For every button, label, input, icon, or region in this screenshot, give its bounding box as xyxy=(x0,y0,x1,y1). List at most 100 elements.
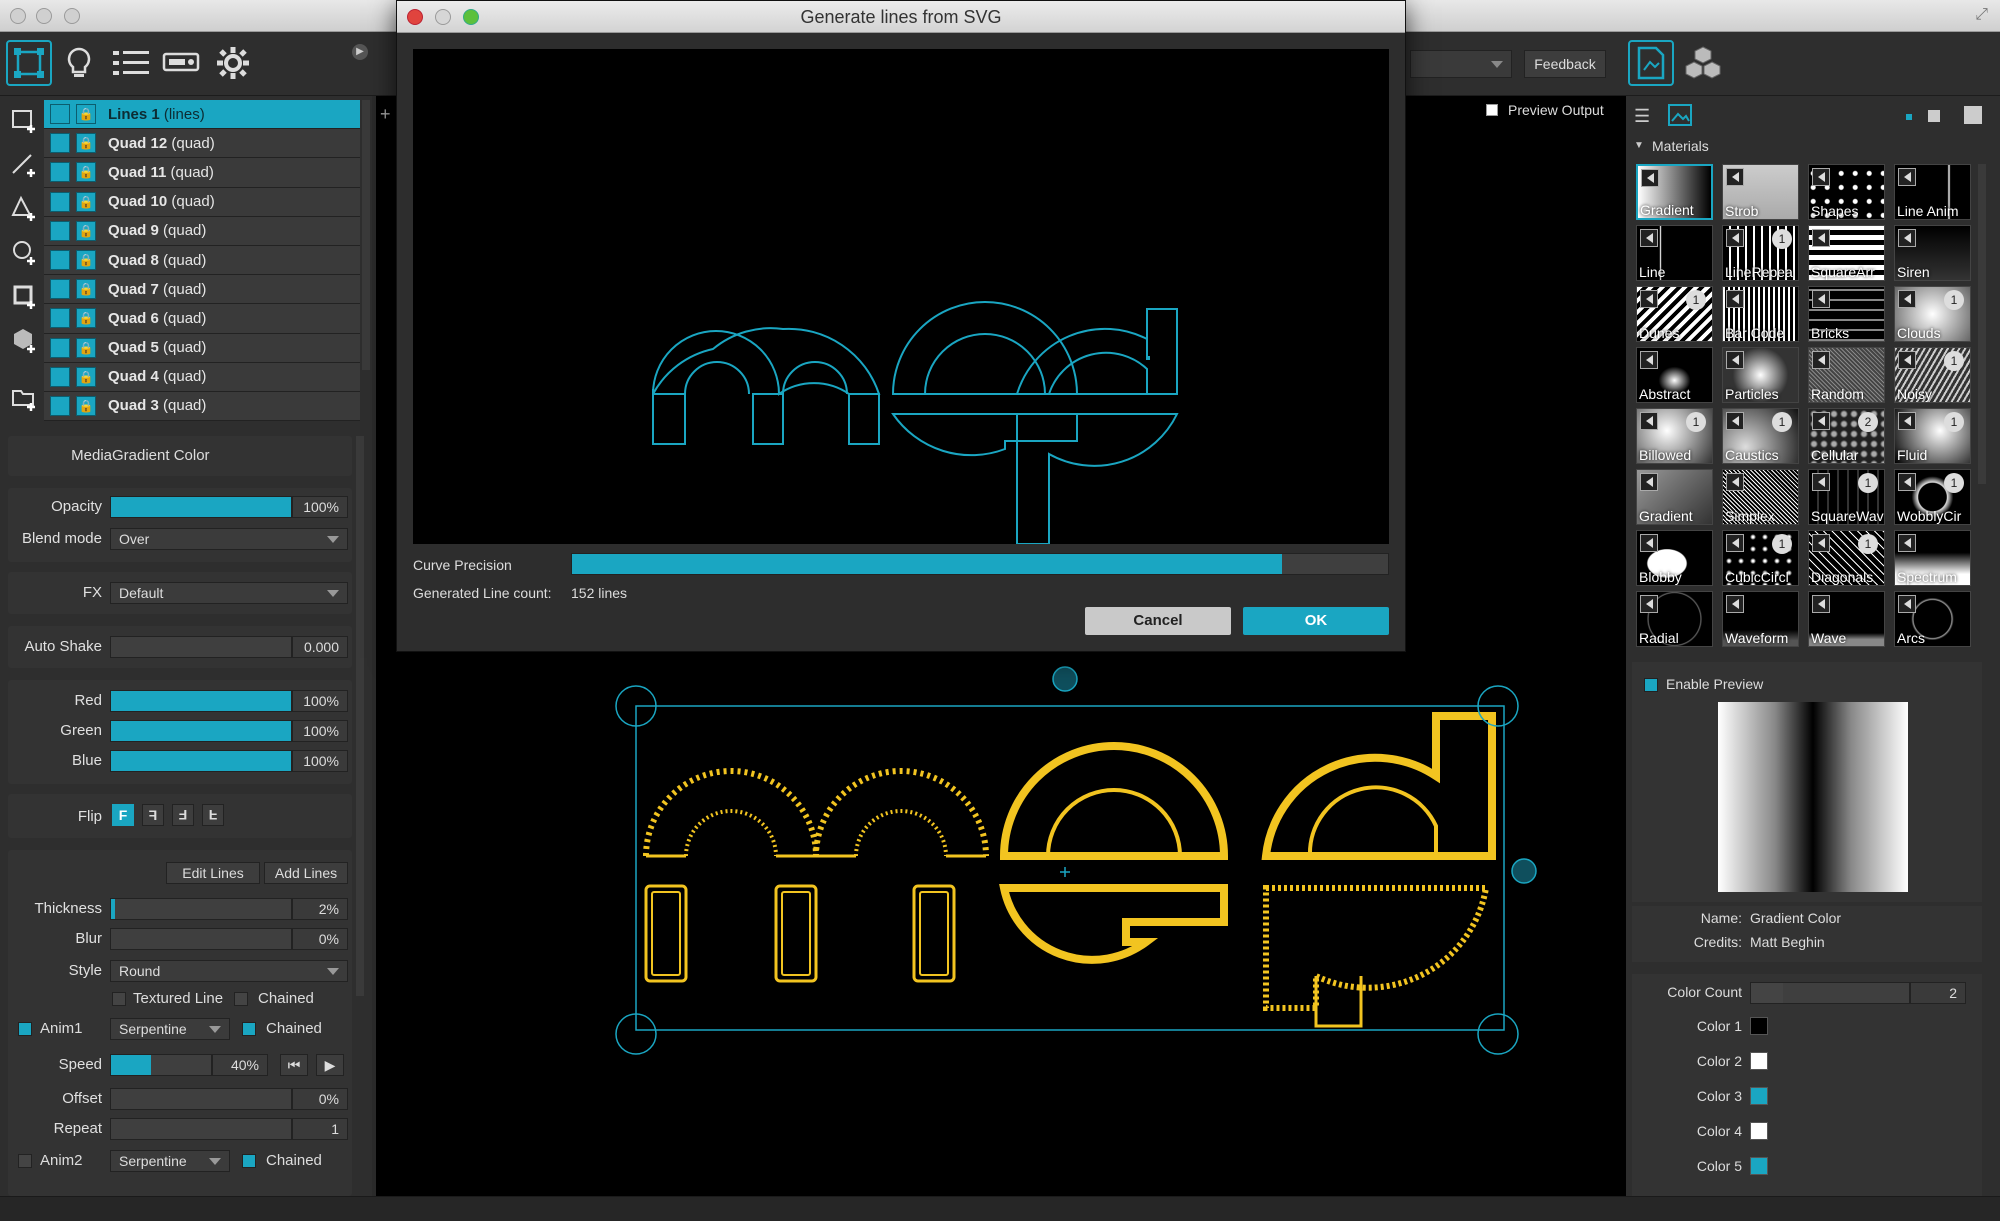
material-tile[interactable]: 1 Dunes xyxy=(1636,286,1713,342)
ok-button[interactable]: OK xyxy=(1243,607,1389,635)
thickness-slider[interactable] xyxy=(110,898,292,920)
material-tile[interactable]: Abstract xyxy=(1636,347,1713,403)
color-swatch[interactable] xyxy=(1750,1157,1768,1175)
material-tile[interactable]: Arcs xyxy=(1894,591,1971,647)
cancel-button[interactable]: Cancel xyxy=(1085,607,1231,635)
lightbulb-icon[interactable] xyxy=(56,40,102,86)
play-icon[interactable] xyxy=(1812,290,1830,308)
material-tile[interactable]: Blobby xyxy=(1636,530,1713,586)
material-tile[interactable]: 1 Diagonals xyxy=(1808,530,1885,586)
play-icon[interactable] xyxy=(1812,473,1830,491)
material-tile[interactable]: Siren xyxy=(1894,225,1971,281)
material-tile[interactable]: 2 Cellular xyxy=(1808,408,1885,464)
layer-visible-checkbox[interactable] xyxy=(50,104,70,125)
add-mask-icon[interactable] xyxy=(10,282,40,312)
red-value[interactable]: 100% xyxy=(292,690,348,712)
material-tile[interactable]: 1 Clouds xyxy=(1894,286,1971,342)
anim1-chained-checkbox[interactable] xyxy=(242,1022,256,1036)
projector-icon[interactable] xyxy=(158,40,204,86)
play-icon[interactable] xyxy=(1640,595,1658,613)
dialog-minimize-button[interactable] xyxy=(435,9,451,25)
move-handle-icon[interactable] xyxy=(1052,666,1078,692)
material-tile[interactable]: 1 Billowed xyxy=(1636,408,1713,464)
style-dropdown[interactable]: Round xyxy=(110,960,348,982)
lock-icon[interactable]: 🔒 xyxy=(76,308,96,329)
material-tile[interactable]: 1 WobblyCir xyxy=(1894,469,1971,525)
close-window-button[interactable] xyxy=(10,8,26,24)
layer-visible-checkbox[interactable] xyxy=(50,308,70,329)
add-circle-icon[interactable] xyxy=(10,238,40,268)
media-value[interactable]: Gradient Color xyxy=(112,447,210,464)
material-tile[interactable]: 1 Noisy xyxy=(1894,347,1971,403)
play-icon[interactable] xyxy=(1812,412,1830,430)
color-swatch[interactable] xyxy=(1750,1052,1768,1070)
lock-icon[interactable]: 🔒 xyxy=(76,191,96,212)
play-icon[interactable] xyxy=(1898,534,1916,552)
lock-icon[interactable]: 🔒 xyxy=(76,162,96,183)
lock-icon[interactable]: 🔒 xyxy=(76,104,96,125)
material-tile[interactable]: 1 CubicCircl xyxy=(1722,530,1799,586)
play-icon[interactable] xyxy=(1898,229,1916,247)
preview-output-checkbox[interactable] xyxy=(1486,104,1498,116)
offset-value[interactable]: 0% xyxy=(292,1088,348,1110)
offset-slider[interactable] xyxy=(110,1088,292,1110)
image-view-icon[interactable] xyxy=(1668,104,1694,128)
material-tile[interactable]: Spectrum xyxy=(1894,530,1971,586)
small-thumb-size-icon[interactable] xyxy=(1906,114,1912,120)
layer-visible-checkbox[interactable] xyxy=(50,133,70,154)
settings-gear-icon[interactable] xyxy=(210,40,256,86)
play-icon[interactable] xyxy=(1726,412,1744,430)
add-3d-object-icon[interactable] xyxy=(10,326,40,356)
material-tile[interactable]: SquareArr xyxy=(1808,225,1885,281)
dialog-zoom-button[interactable] xyxy=(463,9,479,25)
material-tile[interactable]: Shapes xyxy=(1808,164,1885,220)
layer-row[interactable]: 🔒 Quad 7 (quad) xyxy=(44,275,360,305)
play-icon[interactable] xyxy=(1726,473,1744,491)
material-tile[interactable]: Random xyxy=(1808,347,1885,403)
material-tile[interactable]: Gradient xyxy=(1636,469,1713,525)
minimize-window-button[interactable] xyxy=(36,8,52,24)
large-thumb-size-icon[interactable] xyxy=(1964,106,1982,124)
play-icon[interactable] xyxy=(1640,229,1658,247)
material-tile[interactable]: Strob xyxy=(1722,164,1799,220)
lock-icon[interactable]: 🔒 xyxy=(76,279,96,300)
speed-slider[interactable] xyxy=(110,1054,212,1076)
auto-shake-value[interactable]: 0.000 xyxy=(292,636,348,658)
material-tile[interactable]: Radial xyxy=(1636,591,1713,647)
medium-thumb-size-icon[interactable] xyxy=(1928,110,1940,122)
edit-lines-button[interactable]: Edit Lines xyxy=(166,862,260,884)
canvas-view-icon[interactable] xyxy=(1628,40,1674,86)
repeat-slider[interactable] xyxy=(110,1118,292,1140)
material-tile[interactable]: 1 Caustics xyxy=(1722,408,1799,464)
properties-scrollbar[interactable] xyxy=(356,436,364,996)
play-icon[interactable] xyxy=(1898,412,1916,430)
material-tile[interactable]: 1 Fluid xyxy=(1894,408,1971,464)
flip-vertical-icon[interactable]: F xyxy=(202,804,224,826)
toolbar-dropdown[interactable] xyxy=(1410,50,1512,78)
curve-precision-slider[interactable] xyxy=(571,553,1389,575)
play-icon[interactable] xyxy=(1812,351,1830,369)
anim1-checkbox[interactable] xyxy=(18,1022,32,1036)
play-icon[interactable] xyxy=(1812,229,1830,247)
materials-scrollbar[interactable] xyxy=(1978,164,1986,484)
material-tile[interactable]: Simplex xyxy=(1722,469,1799,525)
blur-slider[interactable] xyxy=(110,928,292,950)
lock-icon[interactable]: 🔒 xyxy=(76,250,96,271)
material-tile[interactable]: 1 LineRepea xyxy=(1722,225,1799,281)
material-tile[interactable]: Wave xyxy=(1808,591,1885,647)
dialog-close-button[interactable] xyxy=(407,9,423,25)
lock-icon[interactable]: 🔒 xyxy=(76,220,96,241)
play-icon[interactable] xyxy=(1726,290,1744,308)
layer-row[interactable]: 🔒 Quad 11 (quad) xyxy=(44,158,360,188)
blend-mode-dropdown[interactable]: Over xyxy=(110,528,348,550)
collapse-arrow-icon[interactable]: ▶ xyxy=(352,44,368,60)
play-icon[interactable] xyxy=(1640,412,1658,430)
layer-row[interactable]: 🔒 Quad 4 (quad) xyxy=(44,362,360,392)
color-count-slider[interactable] xyxy=(1750,982,1910,1004)
layer-row[interactable]: 🔒 Quad 12 (quad) xyxy=(44,129,360,159)
feedback-button[interactable]: Feedback xyxy=(1524,50,1606,78)
play-icon[interactable] xyxy=(1898,351,1916,369)
layer-visible-checkbox[interactable] xyxy=(50,337,70,358)
play-icon[interactable] xyxy=(1641,169,1659,187)
add-lines-button[interactable]: Add Lines xyxy=(264,862,348,884)
